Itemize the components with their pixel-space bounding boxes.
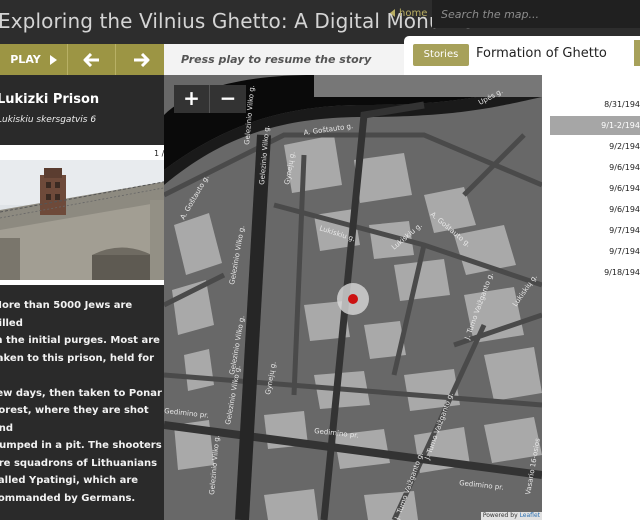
stories-tab-panel: Stories Formation of Ghetto: [404, 36, 640, 76]
timeline-item[interactable]: 9/2/194: [542, 137, 640, 156]
location-marker[interactable]: [348, 294, 358, 304]
play-button[interactable]: PLAY: [0, 44, 68, 75]
story-line: More than 5000 Jews are killed: [0, 300, 133, 329]
place-address: Lukiskiu skersgatvis 6: [0, 115, 97, 125]
timeline-list: 8/31/194 9/1-2/194 9/2/194 9/6/194 9/6/1…: [542, 76, 640, 520]
story-line: dumped in a pit. The shooters: [0, 440, 162, 451]
home-link[interactable]: home: [390, 0, 432, 30]
prison-photo[interactable]: [0, 160, 174, 280]
story-line: are squadrons of Lithuanians: [0, 457, 158, 469]
leaflet-link[interactable]: Leaflet: [520, 512, 540, 519]
photo-viewer[interactable]: 1 / 2: [0, 145, 178, 285]
status-message: Press play to resume the story: [164, 44, 404, 75]
story-line: commanded by Germans.: [0, 492, 136, 504]
story-line: called Ypatingi, which are: [0, 475, 139, 486]
arrow-right-icon: [133, 52, 149, 67]
story-text: More than 5000 Jews are killed in the in…: [0, 297, 164, 507]
play-label: PLAY: [10, 53, 41, 66]
story-line: few days, then taken to Ponar: [0, 387, 162, 399]
map-attribution: Powered by Leaflet: [480, 512, 542, 520]
playback-controls: PLAY: [0, 44, 164, 75]
timeline-item[interactable]: 9/6/194: [542, 179, 640, 198]
timeline-item[interactable]: 9/7/194: [542, 221, 640, 240]
timeline-item[interactable]: 8/31/194: [542, 95, 640, 114]
zoom-out-button[interactable]: −: [210, 85, 246, 113]
current-story-title: Formation of Ghetto: [476, 46, 607, 61]
timeline-item[interactable]: 9/6/194: [542, 158, 640, 177]
timeline-item[interactable]: 9/18/194: [542, 263, 640, 282]
zoom-in-button[interactable]: +: [174, 85, 210, 113]
arrow-left-icon: [83, 52, 99, 67]
place-title: Lukizki Prison: [0, 92, 100, 107]
stories-button[interactable]: Stories: [413, 44, 469, 66]
zoom-control: + −: [174, 85, 246, 113]
home-label: home: [399, 8, 428, 19]
timeline-item[interactable]: 9/7/194: [542, 242, 640, 261]
map-tiles[interactable]: Gedimino pr. Gedimino pr. Gedimino pr. L…: [164, 75, 542, 520]
story-line: Forest, where they are shot and: [0, 405, 149, 434]
map-view[interactable]: Gedimino pr. Gedimino pr. Gedimino pr. L…: [164, 75, 542, 520]
next-button[interactable]: [117, 44, 164, 75]
timeline-item-selected[interactable]: 9/1-2/194: [550, 116, 640, 135]
play-icon: [49, 54, 57, 65]
previous-button[interactable]: [69, 44, 116, 75]
attribution-prefix: Powered by: [482, 512, 518, 519]
panel-tab-handle[interactable]: [634, 40, 640, 66]
back-triangle-icon: [390, 9, 395, 17]
app-window: Exploring the Vilnius Ghetto: A Digital …: [0, 0, 640, 520]
timeline-item[interactable]: 9/6/194: [542, 200, 640, 219]
story-line: taken to this prison, held for a: [0, 352, 155, 364]
story-line: in the initial purges. Most are: [0, 335, 160, 346]
search-input[interactable]: [432, 0, 640, 28]
place-info-panel: Lukizki Prison Lukiskiu skersgatvis 6 1 …: [0, 75, 178, 520]
